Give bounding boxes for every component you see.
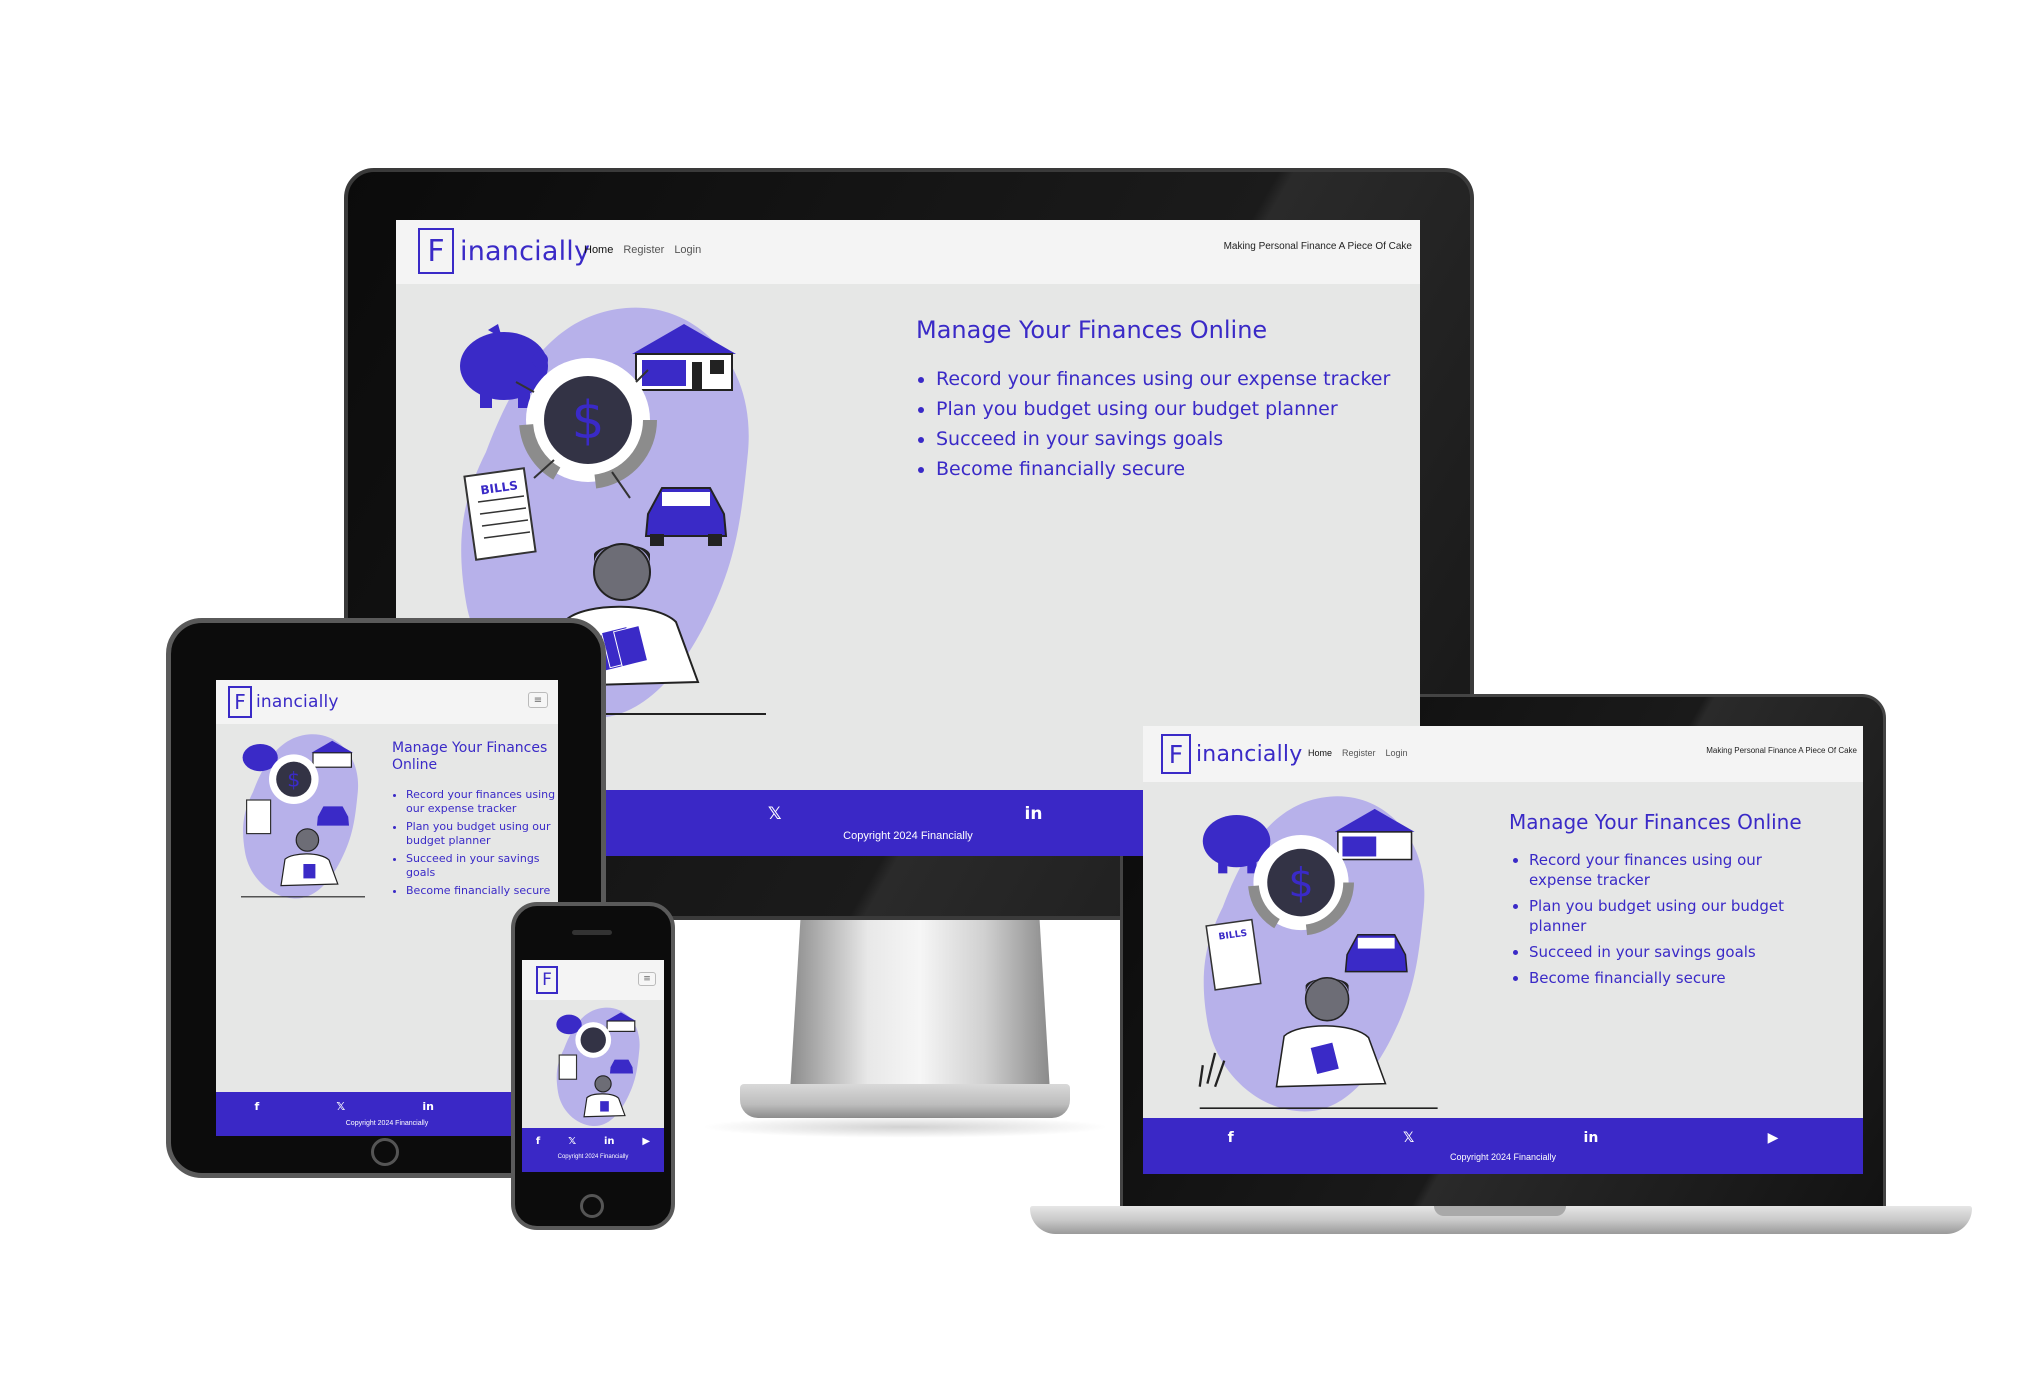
tablet-logo[interactable]: F inancially: [228, 686, 339, 718]
phone-home-button: [580, 1194, 604, 1218]
desktop-monitor-stand: [790, 920, 1050, 1092]
laptop-social-icons: f 𝕏 in ▶: [1143, 1130, 1863, 1146]
phone-social-icons: f 𝕏 in ▶: [522, 1136, 664, 1147]
logo-letter-box: F: [228, 686, 252, 718]
nav-login-link[interactable]: Login: [674, 244, 701, 256]
laptop-logo[interactable]: F inancially: [1161, 734, 1302, 774]
finance-illustration: [556, 1007, 640, 1127]
feature-item: Plan you budget using our budget planner: [1529, 896, 1829, 936]
logo-text: inancially: [460, 235, 591, 267]
phone-copyright: Copyright 2024 Financially: [557, 1154, 629, 1160]
logo-letter-box: F: [536, 966, 558, 994]
laptop-hero-title: Manage Your Finances Online: [1509, 810, 1802, 834]
tablet-hero-title: Manage Your Finances Online: [392, 740, 548, 773]
nav-home-link[interactable]: Home: [584, 244, 613, 256]
site-tagline: Making Personal Finance A Piece Of Cake: [1706, 746, 1857, 755]
laptop-copyright: Copyright 2024 Financially: [1449, 1152, 1557, 1162]
tablet-social-icons: f 𝕏 in ▶: [216, 1100, 558, 1113]
desktop-monitor-base: [740, 1084, 1070, 1118]
tablet-footer: f 𝕏 in ▶ Copyright 2024 Financially: [216, 1092, 558, 1136]
desktop-feature-list: Record your finances using our expense t…: [916, 364, 1416, 484]
hamburger-menu-icon[interactable]: ≡: [638, 972, 656, 986]
facebook-icon[interactable]: f: [255, 1100, 260, 1113]
logo-letter: F: [427, 233, 445, 269]
feature-item: Plan you budget using our budget planner: [406, 820, 556, 848]
linkedin-icon[interactable]: in: [604, 1136, 615, 1147]
logo-letter: F: [1168, 739, 1184, 769]
hamburger-menu-icon[interactable]: ≡: [528, 692, 548, 708]
finance-illustration: $ BILLS: [1198, 796, 1438, 1112]
tablet-home-button: [371, 1138, 399, 1166]
x-twitter-icon[interactable]: 𝕏: [1403, 1130, 1414, 1146]
laptop-footer: f 𝕏 in ▶ Copyright 2024 Financially: [1143, 1118, 1863, 1174]
tablet-screen: F inancially ≡ $ Manage Your Finances On…: [216, 680, 558, 1136]
svg-text:$: $: [287, 767, 300, 791]
desktop-logo[interactable]: F inancially: [418, 228, 590, 274]
youtube-icon[interactable]: ▶: [1768, 1130, 1779, 1146]
nav-login-link[interactable]: Login: [1386, 748, 1408, 758]
facebook-icon[interactable]: f: [1228, 1130, 1234, 1146]
laptop-notch: [1434, 1206, 1566, 1216]
x-twitter-icon[interactable]: 𝕏: [568, 1136, 576, 1147]
desktop-monitor-shadow: [700, 1116, 1110, 1138]
phone-footer: f 𝕏 in ▶ Copyright 2024 Financially: [522, 1128, 664, 1172]
logo-text: inancially: [1196, 741, 1303, 767]
tablet-navbar: F inancially ≡: [216, 680, 558, 724]
site-tagline: Making Personal Finance A Piece Of Cake: [1223, 241, 1412, 252]
logo-letter: F: [234, 690, 246, 714]
tablet-feature-list: Record your finances using our expense t…: [392, 788, 556, 898]
feature-item: Record your finances using our expense t…: [1529, 850, 1829, 890]
phone-logo[interactable]: F: [536, 966, 558, 994]
logo-letter-box: F: [1161, 734, 1191, 774]
bills-document-icon: BILLS: [463, 467, 537, 561]
laptop-nav-links: Home Register Login: [1308, 748, 1418, 758]
finance-illustration: $: [241, 734, 365, 899]
facebook-icon[interactable]: f: [536, 1136, 540, 1147]
feature-item: Become financially secure: [936, 454, 1416, 484]
phone-speaker: [572, 930, 612, 935]
phone-navbar: F ≡: [522, 960, 664, 1000]
logo-letter-box: F: [418, 228, 454, 274]
youtube-icon[interactable]: ▶: [642, 1136, 650, 1147]
x-twitter-icon[interactable]: 𝕏: [768, 804, 782, 824]
svg-text:$: $: [1288, 860, 1313, 906]
feature-item: Record your finances using our expense t…: [936, 364, 1416, 394]
linkedin-icon[interactable]: in: [422, 1100, 434, 1113]
linkedin-icon[interactable]: in: [1584, 1130, 1599, 1146]
nav-register-link[interactable]: Register: [1342, 748, 1376, 758]
laptop-navbar: F inancially Home Register Login Making …: [1143, 726, 1863, 782]
feature-item: Plan you budget using our budget planner: [936, 394, 1416, 424]
feature-item: Succeed in your savings goals: [406, 852, 556, 880]
nav-home-link[interactable]: Home: [1308, 748, 1332, 758]
phone-screen: F ≡ f 𝕏 in ▶ Copyright 2024 Financially: [522, 960, 664, 1172]
logo-text: inancially: [256, 692, 339, 712]
logo-letter: F: [542, 970, 552, 990]
laptop-feature-list: Record your finances using our expense t…: [1509, 850, 1829, 988]
feature-item: Record your finances using our expense t…: [406, 788, 556, 816]
desktop-navbar: F inancially Home Register Login Making …: [396, 220, 1420, 284]
x-twitter-icon[interactable]: 𝕏: [336, 1100, 345, 1113]
feature-item: Become financially secure: [406, 884, 556, 898]
linkedin-icon[interactable]: in: [1025, 804, 1043, 824]
nav-register-link[interactable]: Register: [623, 244, 664, 256]
feature-item: Succeed in your savings goals: [936, 424, 1416, 454]
tablet-copyright: Copyright 2024 Financially: [345, 1120, 429, 1127]
feature-item: Become financially secure: [1529, 968, 1829, 988]
feature-item: Succeed in your savings goals: [1529, 942, 1829, 962]
svg-text:$: $: [571, 391, 604, 451]
laptop-screen: F inancially Home Register Login Making …: [1143, 726, 1863, 1174]
desktop-nav-links: Home Register Login: [584, 244, 711, 256]
desktop-hero-title: Manage Your Finances Online: [916, 316, 1268, 344]
